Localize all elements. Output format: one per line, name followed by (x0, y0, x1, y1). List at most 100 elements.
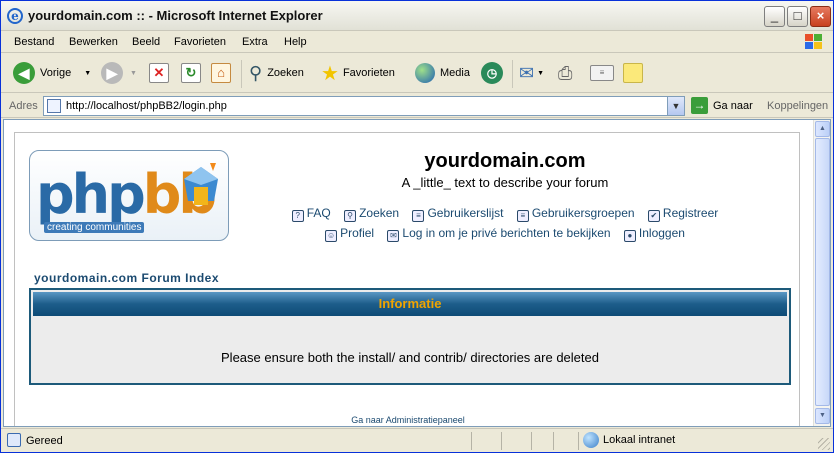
admin-panel-link[interactable]: Ga naar Administratiepaneel (15, 415, 801, 425)
logo-tagline: creating communities (44, 222, 145, 233)
edit-icon: ≡ (590, 65, 614, 81)
refresh-button[interactable]: ↻ (181, 60, 201, 86)
mail-dropdown-icon: ▼ (537, 69, 545, 77)
links-button[interactable]: Koppelingen (767, 100, 828, 112)
logo-wordmark-a: php (36, 163, 146, 226)
discuss-button[interactable] (623, 60, 643, 86)
forward-dropdown-icon: ▼ (130, 69, 137, 77)
nav-login[interactable]: ● Inloggen (623, 226, 685, 242)
nav-private-messages-label: Log in om je privé berichten te bekijken (402, 226, 611, 240)
nav-faq-label: FAQ (306, 206, 331, 220)
nav-memberlist[interactable]: ≡ Gebruikerslijst (412, 206, 503, 222)
search-label: Zoeken (267, 67, 304, 79)
refresh-icon: ↻ (181, 63, 201, 83)
logo-cube-icon (184, 163, 218, 205)
nav-search-label: Zoeken (359, 206, 400, 220)
zone-label: Lokaal intranet (603, 434, 676, 446)
search-button[interactable]: ⚲ Zoeken (249, 60, 304, 86)
nav-usergroups-label: Gebruikersgroepen (531, 206, 635, 220)
back-arrow-icon: ◀ (13, 62, 35, 84)
back-dropdown-icon[interactable]: ▼ (84, 70, 91, 77)
nav-private-messages[interactable]: ✉ Log in om je privé berichten te bekijke… (387, 226, 611, 242)
standard-toolbar: ◀ Vorige ▼ ▶ ▼ ✕ ↻ ⌂ ⚲ Zoeken ★ Favoriet… (1, 54, 833, 93)
nav-profile-label: Profiel (340, 226, 375, 240)
nav-login-label: Inloggen (638, 226, 685, 240)
nav-row-secondary: ☺ Profiel ✉ Log in om je privé berichten t… (255, 226, 755, 242)
search-icon: ⚲ (249, 62, 263, 83)
site-description: A _little_ text to describe your forum (401, 175, 609, 190)
window-title: yourdomain.com :: - Microsoft Internet E… (28, 8, 323, 23)
stop-icon: ✕ (149, 63, 169, 83)
media-icon (415, 63, 435, 83)
menu-bewerken[interactable]: Bewerken (69, 36, 118, 48)
forum-index-link[interactable]: yourdomain.com Forum Index (34, 271, 219, 285)
edit-button[interactable]: ≡ (590, 60, 614, 86)
mail-button[interactable]: ✉ ▼ (519, 60, 544, 86)
maximize-button[interactable]: □ (787, 6, 808, 27)
media-button[interactable]: Media (415, 60, 470, 86)
status-divider (578, 432, 579, 450)
nav-profile[interactable]: ☺ Profiel (325, 226, 374, 242)
menu-extra[interactable]: Extra (242, 36, 268, 48)
mail-icon: ✉ (519, 62, 535, 83)
status-divider (501, 432, 502, 450)
nav-register[interactable]: ✔ Registreer (647, 206, 718, 222)
star-icon: ★ (321, 62, 339, 85)
title-bar[interactable]: e yourdomain.com :: - Microsoft Internet… (1, 1, 833, 31)
page-icon (47, 99, 61, 113)
phpbb-logo[interactable]: phpbb creating communities (29, 150, 229, 241)
stop-button[interactable]: ✕ (149, 60, 169, 86)
menu-bar: Bestand Bewerken Beeld Favorieten Extra … (1, 31, 833, 53)
status-divider (553, 432, 554, 450)
intranet-globe-icon (583, 432, 599, 448)
note-icon (623, 63, 643, 83)
printer-icon: ⎙ (558, 62, 573, 83)
go-button[interactable]: → Ga naar (691, 97, 753, 114)
info-panel: Informatie Please ensure both the instal… (29, 288, 791, 385)
back-button[interactable]: ◀ Vorige ▼ (13, 60, 91, 86)
menu-bestand[interactable]: Bestand (14, 36, 54, 48)
address-input[interactable]: http://localhost/phpBB2/login.php ▼ (43, 96, 685, 116)
address-dropdown-icon[interactable]: ▼ (667, 97, 684, 115)
history-icon: ◷ (481, 62, 503, 84)
nav-usergroups[interactable]: ≡ Gebruikersgroepen (516, 206, 635, 222)
memberlist-icon: ≡ (412, 210, 425, 222)
profile-icon: ☺ (325, 230, 338, 242)
resize-grip[interactable] (818, 438, 830, 450)
scroll-down-icon[interactable]: ▼ (815, 408, 830, 424)
menu-beeld[interactable]: Beeld (132, 36, 160, 48)
scroll-up-icon[interactable]: ▲ (815, 121, 830, 137)
nav-search[interactable]: ⚲ Zoeken (344, 206, 399, 222)
media-label: Media (440, 67, 470, 79)
close-button[interactable]: × (810, 6, 831, 27)
scroll-thumb[interactable] (815, 138, 830, 406)
vertical-scrollbar[interactable]: ▲ ▼ (813, 120, 830, 426)
nav-faq[interactable]: ? FAQ (291, 206, 331, 222)
nav-row-primary: ? FAQ ⚲ Zoeken ≡ Gebruikerslijst ≡ Gebruiker… (255, 206, 755, 222)
favorites-label: Favorieten (342, 67, 395, 79)
status-bar: Gereed Lokaal intranet (1, 428, 833, 452)
security-zone: Lokaal intranet (583, 432, 675, 448)
print-button[interactable]: ⎙ (558, 60, 572, 86)
minimize-button[interactable]: _ (764, 6, 785, 27)
status-divider (531, 432, 532, 450)
go-arrow-icon: → (691, 97, 708, 114)
forward-button[interactable]: ▶ ▼ (101, 60, 137, 86)
nav-memberlist-label: Gebruikerslijst (427, 206, 504, 220)
status-divider (471, 432, 472, 450)
address-label: Adres (9, 100, 38, 112)
info-message: Please ensure both the install/ and cont… (221, 350, 599, 365)
page-status-icon (7, 433, 21, 447)
home-button[interactable]: ⌂ (211, 60, 231, 86)
forward-arrow-icon: ▶ (101, 62, 123, 84)
menu-help[interactable]: Help (284, 36, 307, 48)
register-icon: ✔ (647, 210, 660, 222)
windows-logo-icon (805, 34, 822, 49)
go-label: Ga naar (713, 99, 753, 112)
history-button[interactable]: ◷ (481, 60, 503, 86)
home-icon: ⌂ (211, 63, 231, 83)
address-url[interactable]: http://localhost/phpBB2/login.php (66, 100, 227, 112)
toolbar-separator (241, 60, 242, 88)
favorites-button[interactable]: ★ Favorieten (321, 60, 395, 86)
menu-favorieten[interactable]: Favorieten (174, 36, 226, 48)
